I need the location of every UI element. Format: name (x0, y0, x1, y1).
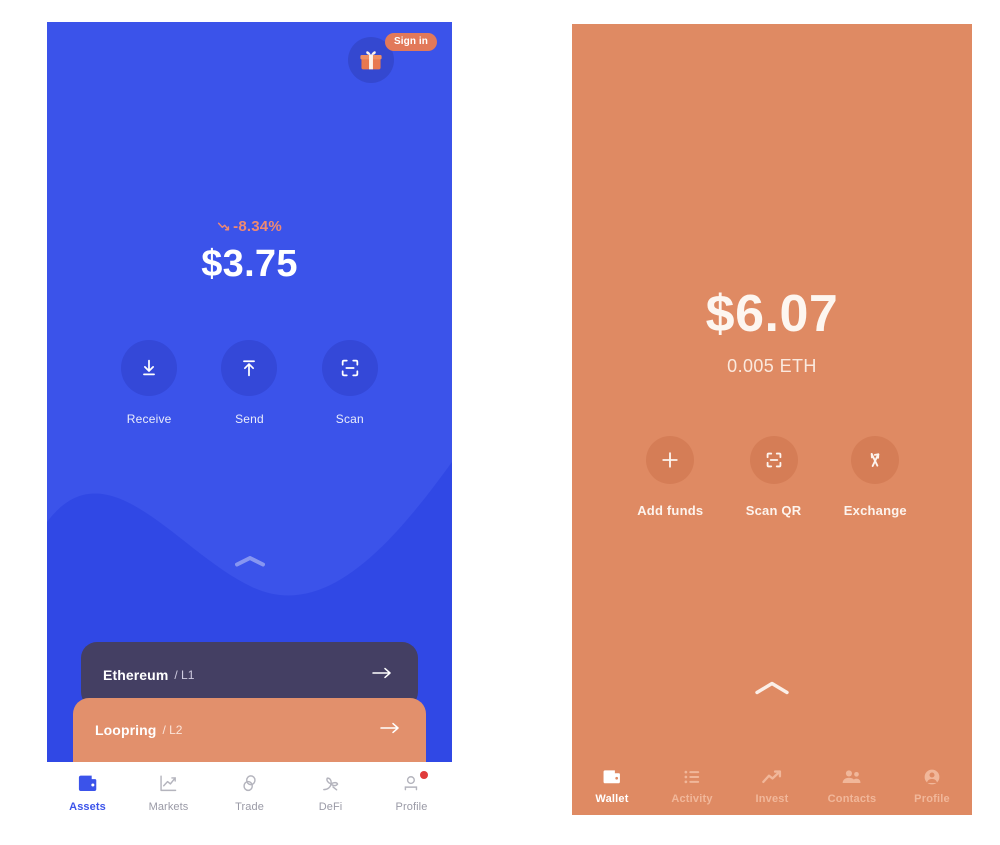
chart-line-icon (160, 775, 177, 791)
quick-actions-left: Receive Send Scan (47, 340, 452, 426)
balance-block-left: -8.34% $3.75 (47, 218, 452, 286)
nav-item-wallet-label: Wallet (595, 792, 629, 805)
action-receive-circle[interactable] (121, 340, 178, 396)
balance-change-percent: -8.34% (233, 218, 282, 235)
action-send[interactable]: Send (221, 340, 278, 426)
network-card-loopring[interactable]: Loopring / L2 (73, 698, 426, 762)
wallet-icon (603, 769, 620, 783)
nav-item-defi-label: DeFi (318, 800, 343, 813)
wallet-icon (78, 775, 97, 791)
action-scan-qr-circle[interactable] (749, 436, 798, 484)
nav-item-profile-right-label: Profile (914, 792, 950, 805)
action-scan-label: Scan (335, 412, 364, 426)
arrow-right-icon (380, 722, 399, 734)
exchange-arrows-icon (871, 453, 880, 467)
upload-arrow-icon (243, 360, 256, 377)
action-scan-qr-label: Scan QR (745, 503, 802, 518)
scan-frame-icon (766, 452, 781, 468)
nav-item-profile-right[interactable]: Profile (892, 768, 972, 805)
plus-icon (662, 452, 678, 468)
action-scan-qr[interactable]: Scan QR (746, 436, 802, 518)
list-icon (684, 770, 700, 783)
trend-up-icon (762, 769, 782, 783)
chevron-up-icon (234, 556, 265, 567)
nav-item-assets-label: Assets (69, 800, 106, 813)
nav-item-markets-label: Markets (148, 800, 189, 813)
action-exchange-circle[interactable] (851, 436, 900, 484)
action-exchange-label: Exchange (843, 503, 907, 518)
action-receive[interactable]: Receive (121, 340, 178, 426)
network-card-loopring-arrow (380, 721, 400, 739)
balance-block-right: $6.07 0.005 ETH (572, 284, 972, 377)
phone-left-blue-wallet: Sign in -8.34% $3.75 Receive Send Scan E… (47, 22, 452, 823)
action-send-label: Send (235, 412, 264, 426)
sign-in-button[interactable]: Sign in (384, 33, 437, 51)
nav-item-activity[interactable]: Activity (652, 768, 732, 805)
network-card-ethereum-arrow (372, 666, 392, 684)
people-icon (842, 769, 861, 783)
gift-icon (360, 51, 382, 70)
balance-amount-right: $6.07 (705, 285, 839, 343)
nav-item-contacts[interactable]: Contacts (812, 768, 892, 805)
network-card-loopring-layer: / L2 (162, 723, 183, 737)
quick-actions-right: Add funds Scan QR Exchange (572, 436, 972, 518)
network-card-loopring-name: Loopring (95, 722, 157, 738)
nav-item-trade[interactable]: Trade (209, 762, 290, 823)
avatar-icon (924, 769, 940, 784)
drawer-handle-left[interactable] (233, 554, 267, 573)
download-arrow-icon (143, 359, 156, 376)
nav-item-trade-label: Trade (235, 800, 264, 813)
action-scan-circle[interactable] (321, 340, 378, 396)
phone-left-screen: Sign in -8.34% $3.75 Receive Send Scan E… (47, 22, 452, 762)
nav-item-assets[interactable]: Assets (47, 762, 128, 823)
top-bar-left: Sign in (47, 22, 452, 83)
nav-item-invest-label: Invest (755, 792, 789, 805)
nav-item-contacts-label: Contacts (827, 792, 877, 805)
rings-icon (243, 774, 256, 791)
nav-item-wallet[interactable]: Wallet (572, 768, 652, 805)
scan-frame-icon (341, 359, 359, 377)
phone-right-salmon-wallet: $6.07 0.005 ETH Add funds Scan QR Exchan… (572, 24, 972, 815)
nav-profile-notification-badge (420, 771, 428, 779)
action-add-funds[interactable]: Add funds (637, 436, 703, 518)
network-card-ethereum-name: Ethereum (103, 667, 169, 683)
drawer-handle-right[interactable] (753, 679, 791, 702)
bottom-nav-left: Assets Markets Trade DeFi Profile (47, 762, 452, 823)
bottom-nav-right: Wallet Activity Invest Contacts Profile (572, 757, 972, 815)
action-exchange[interactable]: Exchange (844, 436, 907, 518)
screenshot-canvas: Sign in -8.34% $3.75 Receive Send Scan E… (0, 0, 1000, 845)
balance-change-row: -8.34% (47, 218, 452, 235)
nav-item-invest[interactable]: Invest (732, 768, 812, 805)
balance-amount-left: $3.75 (201, 243, 298, 285)
network-cards-left: Ethereum / L1 Loopring / L2 (47, 642, 452, 762)
chevron-up-icon (755, 681, 789, 695)
leaf-icon (323, 776, 339, 791)
nav-item-defi[interactable]: DeFi (290, 762, 371, 823)
nav-item-markets[interactable]: Markets (128, 762, 209, 823)
action-scan[interactable]: Scan (321, 340, 378, 426)
nav-item-profile-label: Profile (395, 800, 428, 813)
balance-crypto-amount: 0.005 ETH (727, 356, 817, 376)
action-add-funds-circle[interactable] (646, 436, 695, 484)
arrow-right-icon (372, 667, 391, 679)
nav-item-profile[interactable]: Profile (371, 762, 452, 823)
network-card-ethereum-layer: / L1 (174, 668, 195, 682)
action-receive-label: Receive (126, 412, 172, 426)
trend-down-icon (218, 222, 230, 231)
nav-item-activity-label: Activity (671, 792, 713, 805)
action-add-funds-label: Add funds (637, 503, 704, 518)
action-send-circle[interactable] (221, 340, 278, 396)
